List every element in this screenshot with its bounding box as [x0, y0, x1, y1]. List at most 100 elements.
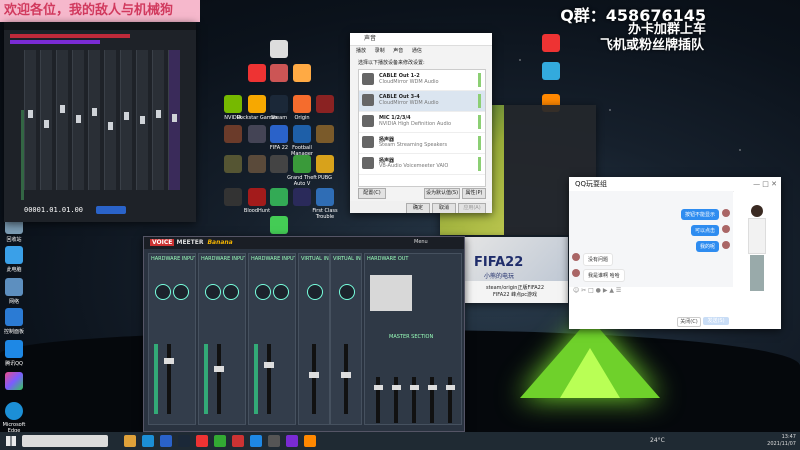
tab-sounds[interactable]: 声音 — [393, 48, 403, 54]
voicemeeter-window[interactable]: VOICE MEETERBanana Menu HARDWARE INPUT 1… — [143, 236, 465, 432]
bus-fader-cap[interactable] — [428, 385, 437, 390]
eq-knob[interactable] — [307, 284, 323, 300]
taskbar-app-icon[interactable] — [286, 435, 298, 447]
desktop-icon[interactable]: 腾讯QQ — [0, 340, 28, 367]
device-row[interactable]: 扬声器 VB-Audio Voicemeeter VAIO — [359, 154, 485, 175]
gain-slider[interactable] — [344, 344, 348, 414]
mixer-channel[interactable] — [40, 50, 52, 190]
device-row[interactable]: MIC 1/2/3/4 NVIDIA High Definition Audio — [359, 112, 485, 133]
bus-fader[interactable] — [412, 377, 416, 423]
qq-chat-window[interactable]: QQ玩耍组 — □ ✕ 按钮不能显示 可以点击 我的呢 没有问题 我是谁啊 哈哈… — [569, 177, 781, 329]
taskbar-app-icon[interactable] — [304, 435, 316, 447]
channel-fader[interactable] — [124, 112, 129, 120]
edge-icon[interactable] — [142, 435, 154, 447]
bus-fader[interactable] — [394, 377, 398, 423]
gain-slider-cap[interactable] — [309, 372, 319, 378]
mixer-channel[interactable] — [88, 50, 100, 190]
set-default-button[interactable]: 设为默认值(S) — [424, 188, 460, 199]
gain-slider-cap[interactable] — [164, 358, 174, 364]
eq-knob[interactable] — [339, 284, 355, 300]
gain-slider[interactable] — [312, 344, 316, 414]
eq-knob[interactable] — [223, 284, 239, 300]
eq-knob[interactable] — [205, 284, 221, 300]
eq-knob[interactable] — [273, 284, 289, 300]
desktop-icon[interactable] — [304, 95, 346, 115]
channel-fader[interactable] — [28, 110, 33, 118]
close-button[interactable]: 关闭(C) — [677, 317, 701, 327]
taskbar-app-icon[interactable] — [160, 435, 172, 447]
hardware-input-strip[interactable]: HARDWARE INPUT 1 — [148, 253, 196, 425]
device-row[interactable]: 扬声器 Steam Streaming Speakers — [359, 133, 485, 154]
transport-controls[interactable] — [96, 206, 126, 214]
bus-fader[interactable] — [448, 377, 452, 423]
mixer-channel[interactable] — [136, 50, 148, 190]
desktop-icon[interactable] — [281, 64, 323, 84]
cassette-recorder[interactable] — [370, 275, 412, 311]
bus-fader-cap[interactable] — [374, 385, 383, 390]
bus-fader[interactable] — [376, 377, 380, 423]
cancel-button[interactable]: 取消 — [432, 203, 456, 213]
channel-fader[interactable] — [44, 120, 49, 128]
desktop-icon[interactable]: 网络 — [0, 278, 28, 305]
gain-slider-cap[interactable] — [214, 366, 224, 372]
tab-playback[interactable]: 播放 — [356, 48, 366, 54]
master-fader[interactable] — [172, 114, 177, 122]
ok-button[interactable]: 确定 — [406, 203, 430, 213]
mixer-channel[interactable] — [21, 50, 36, 200]
start-icon[interactable] — [6, 436, 16, 446]
device-row[interactable]: CABLE Out 3-4 CloudMirror WDM Audio — [359, 91, 485, 112]
device-list[interactable]: CABLE Out 1-2 CloudMirror WDM Audio CABLE… — [358, 69, 486, 187]
menu-button[interactable]: Menu — [414, 239, 428, 245]
taskbar-app-icon[interactable] — [268, 435, 280, 447]
device-row[interactable]: CABLE Out 1-2 CloudMirror WDM Audio — [359, 70, 485, 91]
desktop-icon[interactable] — [212, 188, 254, 208]
virtual-input-strip[interactable]: VIRTUAL INPUTS — [330, 253, 362, 425]
bus-fader-cap[interactable] — [410, 385, 419, 390]
desktop-icon[interactable] — [0, 372, 28, 392]
gain-slider-cap[interactable] — [341, 372, 351, 378]
hardware-input-strip[interactable]: HARDWARE INPUT 2 — [198, 253, 246, 425]
eq-knob[interactable] — [173, 284, 189, 300]
apply-button[interactable]: 应用(A) — [458, 203, 486, 213]
eq-knob[interactable] — [155, 284, 171, 300]
taskbar-app-icon[interactable] — [214, 435, 226, 447]
file-explorer-icon[interactable] — [124, 435, 136, 447]
mixer-channel[interactable] — [56, 50, 68, 190]
desktop-icon[interactable]: Microsoft Edge — [0, 402, 28, 434]
desktop-icon[interactable] — [258, 40, 300, 60]
voicemeeter-icon[interactable] — [232, 435, 244, 447]
channel-fader[interactable] — [108, 122, 113, 130]
mixer-channel[interactable] — [152, 50, 164, 190]
configure-button[interactable]: 配置(C) — [358, 188, 386, 199]
eq-knob[interactable] — [255, 284, 271, 300]
mixer-channel[interactable] — [120, 50, 132, 190]
bus-fader-cap[interactable] — [446, 385, 455, 390]
desktop-icon[interactable] — [530, 34, 572, 54]
desktop-icon[interactable] — [281, 188, 323, 208]
channel-fader[interactable] — [76, 115, 81, 123]
mixer-channel[interactable] — [72, 50, 84, 190]
desktop-icon[interactable]: 控制面板 — [0, 308, 28, 335]
gain-slider[interactable] — [267, 344, 271, 414]
taskbar-app-icon[interactable] — [196, 435, 208, 447]
tab-communications[interactable]: 通信 — [412, 48, 422, 54]
chat-history[interactable]: 按钮不能显示 可以点击 我的呢 没有问题 我是谁啊 哈哈 — [569, 191, 733, 287]
bus-fader[interactable] — [430, 377, 434, 423]
chat-toolbar[interactable]: ☺ ✂ □ ● ▶ ▲ ☰ — [569, 287, 737, 297]
weather-widget[interactable]: 24°C — [650, 437, 665, 444]
desktop-icon[interactable] — [530, 62, 572, 82]
mixer-channel[interactable] — [104, 50, 116, 190]
steam-icon[interactable] — [178, 435, 190, 447]
daw-mixer-window[interactable]: 00001.01.01.00 — [4, 22, 196, 222]
properties-button[interactable]: 属性(P) — [462, 188, 486, 199]
window-controls[interactable]: — □ ✕ — [753, 177, 777, 191]
desktop-icon[interactable] — [236, 125, 278, 145]
virtual-input-strip[interactable]: VIRTUAL INPUTS — [298, 253, 330, 425]
desktop-icon[interactable] — [304, 125, 346, 145]
desktop-icon[interactable] — [258, 216, 300, 236]
daw-menu-bar[interactable] — [4, 22, 196, 30]
sound-dialog[interactable]: 声音 播放 录制 声音 通信 选择以下播放设备来修改设置: CABLE Out … — [350, 33, 492, 213]
tab-recording[interactable]: 录制 — [375, 48, 385, 54]
taskbar-search[interactable] — [22, 435, 108, 447]
gain-slider[interactable] — [217, 344, 221, 414]
